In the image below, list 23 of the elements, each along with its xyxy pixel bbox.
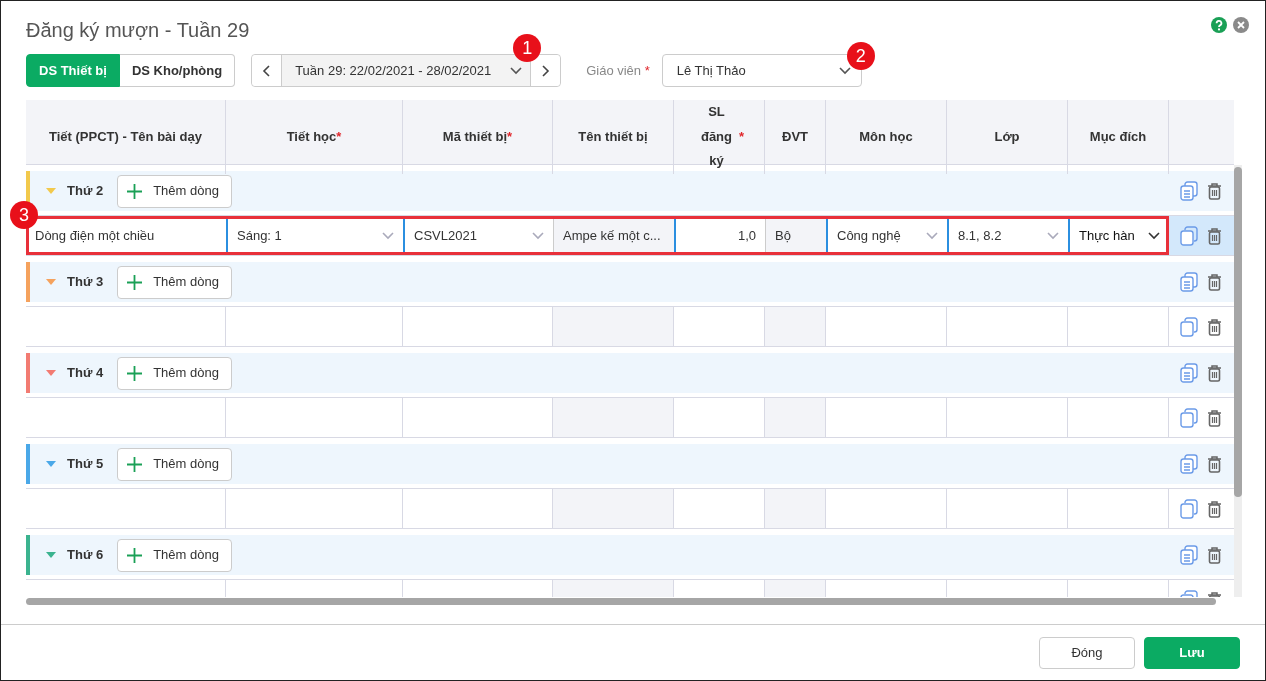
week-select[interactable]: Tuần 29: 22/02/2021 - 28/02/2021 [281,55,532,86]
table-cell[interactable]: 8.1, 8.2 [947,216,1068,255]
table-cell[interactable]: Sáng: 1 [226,216,403,255]
callout-badge: 1 [513,34,542,62]
add-row-button[interactable]: Thêm dòng [117,356,232,390]
add-row-button[interactable]: Thêm dòng [117,265,232,299]
group-title: Thứ 4 [67,364,104,383]
close-button[interactable]: Đóng [1039,636,1135,669]
group-title: Thứ 2 [67,182,104,201]
table-cell: Ampe kế một c... [553,216,674,255]
add-row-button[interactable]: Thêm dòng [117,174,232,208]
table-cell: Bộ [765,216,826,255]
teacher-label: Giáo viên * [586,61,650,80]
group-title: Thứ 5 [67,455,104,474]
table-cell[interactable]: Công nghệ [826,216,947,255]
callout-badge: 3 [10,201,38,229]
add-row-button[interactable]: Thêm dòng [117,538,232,572]
view-tab[interactable]: DS Kho/phòng [119,54,236,87]
group-title: Thứ 6 [67,546,104,565]
group-title: Thứ 3 [67,273,104,292]
callout-badge: 2 [846,42,875,70]
dialog-title: Đăng ký mượn - Tuần 29 [26,18,250,43]
add-row-button[interactable]: Thêm dòng [117,447,232,481]
